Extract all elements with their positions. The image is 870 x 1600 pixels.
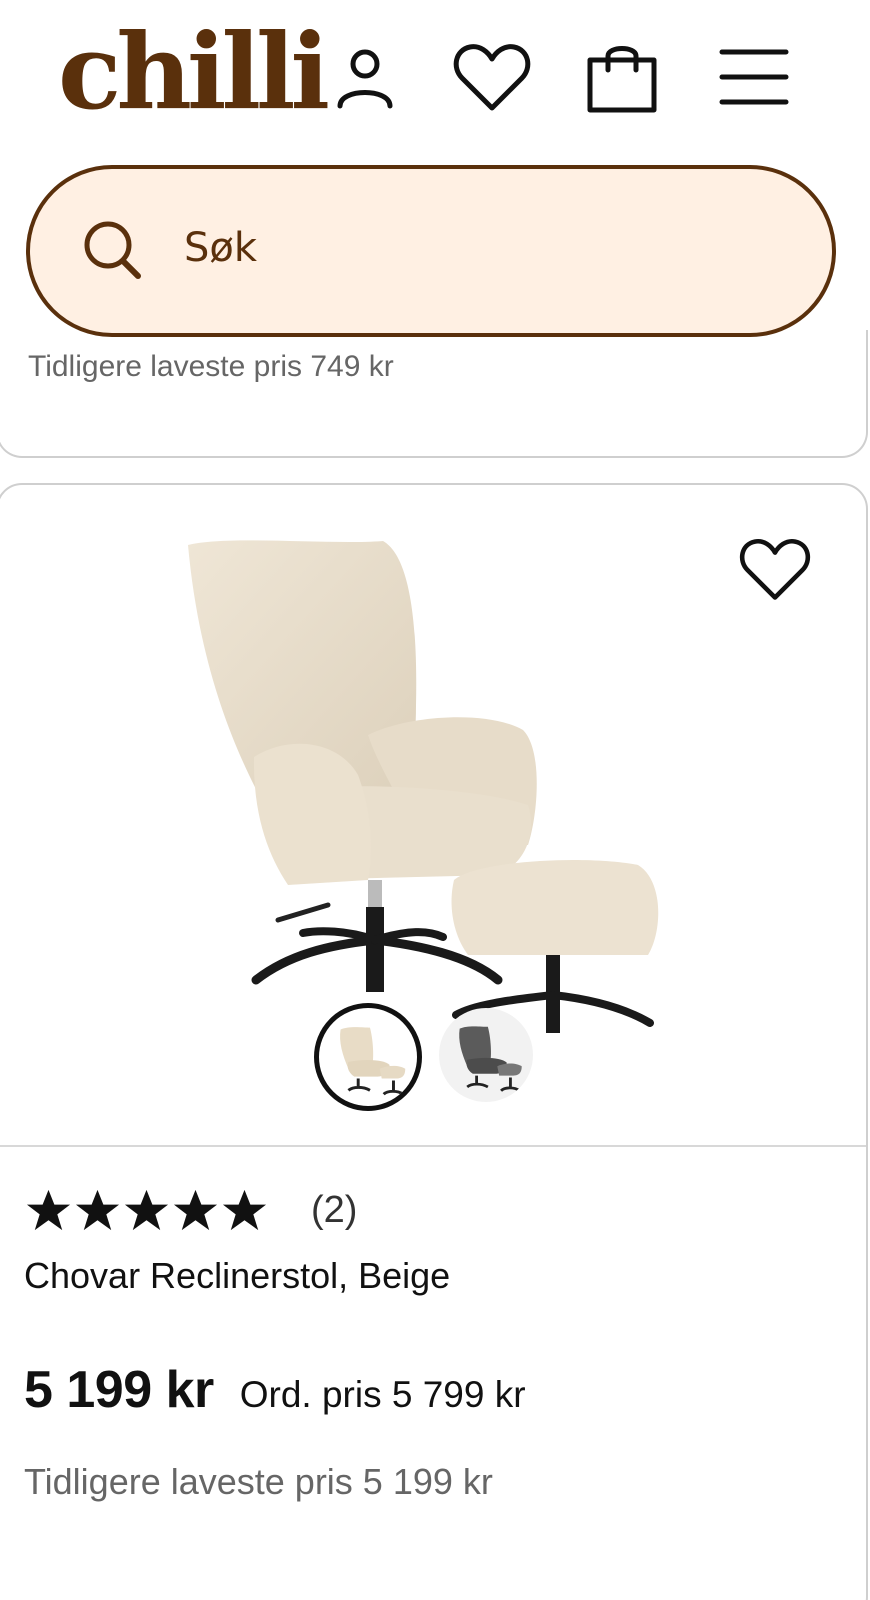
search-icon bbox=[84, 221, 141, 279]
color-variants bbox=[0, 1003, 870, 1113]
product-card[interactable]: (2) Chovar Reclinerstol, Beige 5 199 kr … bbox=[0, 483, 868, 1600]
search-bar[interactable]: Søk bbox=[26, 165, 836, 337]
rating-count: (2) bbox=[311, 1188, 358, 1231]
ordinary-price: Ord. pris 5 799 kr bbox=[239, 1374, 526, 1415]
star-icon bbox=[75, 1189, 120, 1230]
star-icon bbox=[222, 1189, 267, 1230]
current-price: 5 199 kr bbox=[24, 1361, 214, 1419]
rating-stars bbox=[24, 1186, 269, 1235]
variant-grey-swatch[interactable] bbox=[439, 1008, 533, 1102]
price-row: 5 199 kr Ord. pris 5 799 kr bbox=[24, 1360, 526, 1420]
variant-beige-swatch[interactable] bbox=[314, 1003, 422, 1111]
header: chilli bbox=[0, 0, 870, 160]
search-placeholder: Søk bbox=[184, 225, 258, 271]
star-icon bbox=[173, 1189, 218, 1230]
previous-lowest-price: Tidligere laveste pris 749 kr bbox=[28, 350, 394, 383]
product-rating[interactable]: (2) bbox=[24, 1185, 357, 1235]
star-icon bbox=[26, 1189, 71, 1230]
product-image[interactable] bbox=[168, 535, 688, 1035]
menu-icon[interactable] bbox=[718, 46, 790, 108]
variant-beige-thumbnail bbox=[340, 1027, 406, 1096]
star-icon bbox=[124, 1189, 169, 1230]
card-divider bbox=[0, 1145, 866, 1147]
favorite-heart-icon[interactable] bbox=[738, 537, 812, 603]
heart-icon[interactable] bbox=[452, 40, 532, 116]
bag-icon[interactable] bbox=[584, 38, 660, 116]
lowest-price-note: Tidligere laveste pris 5 199 kr bbox=[24, 1461, 493, 1502]
previous-product-card[interactable]: Tidligere laveste pris 749 kr bbox=[0, 330, 868, 458]
variant-grey-thumbnail bbox=[459, 1026, 522, 1092]
chilli-logo[interactable]: chilli bbox=[58, 20, 330, 124]
user-icon[interactable] bbox=[330, 44, 400, 114]
product-name[interactable]: Chovar Reclinerstol, Beige bbox=[24, 1255, 450, 1297]
